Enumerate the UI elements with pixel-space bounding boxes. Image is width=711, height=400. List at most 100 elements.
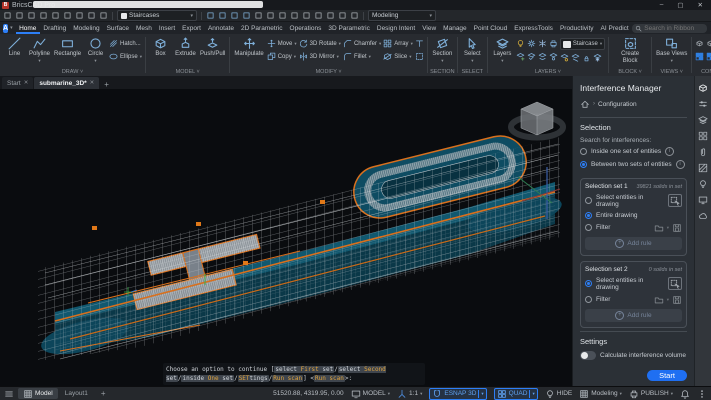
push-pull-button[interactable]: Push/Pull	[198, 35, 227, 58]
radio-filter-set2[interactable]: Filter ▾	[585, 295, 682, 305]
dynamic-ucs-icon[interactable]	[230, 11, 239, 20]
tool-button[interactable]	[516, 38, 558, 49]
select-button[interactable]: Select▾	[460, 35, 485, 63]
quadgrid-icon[interactable]	[706, 52, 711, 61]
status-quad[interactable]: QUAD▾	[494, 388, 538, 400]
layout-tab-layout1[interactable]: Layout1	[60, 388, 93, 399]
move-button[interactable]: Move▾	[267, 38, 297, 49]
tool-button[interactable]	[695, 51, 711, 62]
render-mode-icon[interactable]	[314, 11, 323, 20]
line-button[interactable]: Line	[2, 35, 27, 58]
polyline-button[interactable]: Polyline▾	[27, 35, 52, 63]
bulb-icon[interactable]	[516, 39, 525, 48]
blocks-panel-icon[interactable]	[698, 131, 708, 141]
layer-dropdown[interactable]: Staircases ▾	[117, 10, 197, 21]
ribbon-tab-3d-parametric[interactable]: 3D Parametric	[325, 23, 374, 34]
ribbon-tab-annotate[interactable]: Annotate	[204, 23, 237, 34]
save-all-icon[interactable]	[39, 11, 48, 20]
ribbon-search[interactable]	[632, 24, 707, 33]
ribbon-tab-mesh[interactable]: Mesh	[132, 23, 155, 34]
document-tab-submarine-3d-[interactable]: submarine_3D*✕	[34, 77, 99, 89]
ribbon-tab-design-intent[interactable]: Design Intent	[373, 23, 418, 34]
status-modeling[interactable]: Modeling▾	[579, 389, 622, 399]
redo-icon[interactable]	[99, 11, 108, 20]
section-button[interactable]: Section▾	[430, 35, 455, 63]
save-icon[interactable]	[27, 11, 36, 20]
document-tab-start[interactable]: Start✕	[2, 77, 33, 89]
ribbon-tab-2d-parametric[interactable]: 2D Parametric	[237, 23, 286, 34]
minimize-button[interactable]: –	[660, 1, 664, 9]
layout-menu-icon[interactable]	[4, 389, 14, 399]
save-filter-icon[interactable]	[672, 295, 682, 305]
radio-inside-one-set[interactable]: Inside one set of entities i	[580, 147, 687, 156]
gear-icon[interactable]	[527, 39, 536, 48]
parameters-icon[interactable]	[698, 99, 708, 109]
ribbon-tab-view[interactable]: View	[419, 23, 440, 34]
layers-panel-icon[interactable]	[698, 115, 708, 125]
pick-entities-button[interactable]	[668, 194, 682, 207]
layer-on-icon[interactable]	[560, 53, 569, 62]
materials-icon[interactable]	[698, 163, 708, 173]
structure-browser-icon[interactable]	[698, 83, 708, 93]
home-icon[interactable]	[580, 99, 590, 109]
box-button[interactable]: Box	[148, 35, 173, 58]
layer-prev-icon[interactable]	[527, 52, 536, 61]
ribbon-tab-manage[interactable]: Manage	[440, 23, 471, 34]
layer-iso-icon[interactable]	[549, 52, 558, 61]
command-option[interactable]: Run scan	[272, 375, 303, 382]
tee-icon[interactable]	[415, 39, 424, 48]
circle-button[interactable]: Circle▾	[83, 35, 108, 63]
open-filter-icon[interactable]	[654, 223, 664, 233]
slice-button[interactable]: Slice▾	[383, 51, 413, 62]
manipulate-button[interactable]: Manipulate	[232, 35, 265, 58]
layers-button[interactable]: Layers▾	[490, 35, 515, 63]
status-publish[interactable]: PUBLISH▾	[629, 389, 673, 399]
layer-off-icon[interactable]	[571, 53, 580, 62]
base-views-button[interactable]: Base Views▾	[654, 35, 689, 63]
ribbon-tab-ai-predict[interactable]: AI Predict	[597, 23, 632, 34]
status-kebab[interactable]	[697, 389, 707, 399]
command-option[interactable]: SETtings	[238, 375, 269, 382]
layer-match-icon[interactable]	[538, 52, 547, 61]
ellipse-button[interactable]: Ellipse▾	[109, 51, 142, 62]
rectangle-button[interactable]: Rectangle	[52, 35, 83, 58]
visual-styles-icon[interactable]	[338, 11, 347, 20]
command-option[interactable]: inside One set	[181, 375, 234, 382]
ribbon-tab-home[interactable]: Home	[16, 23, 40, 34]
undo-icon[interactable]	[87, 11, 96, 20]
close-tab-icon[interactable]: ✕	[24, 80, 29, 86]
start-button[interactable]: Start	[647, 370, 687, 381]
snow-icon[interactable]	[538, 39, 547, 48]
open-filter-icon[interactable]	[654, 295, 664, 305]
selection-modes-icon[interactable]	[242, 11, 251, 20]
new-file-icon[interactable]	[3, 11, 12, 20]
plot-preview-icon[interactable]	[63, 11, 72, 20]
chamfer-button[interactable]: Chamfer▾	[343, 38, 381, 49]
radio-filter-set1[interactable]: Filter ▾	[585, 223, 682, 233]
radio-select-entities-set2[interactable]: Select entities in drawing	[585, 277, 682, 291]
maximize-button[interactable]: ▢	[677, 1, 683, 9]
display-icon[interactable]	[698, 195, 708, 205]
workspace-dropdown[interactable]: Modeling ▾	[368, 10, 436, 21]
status-hide[interactable]: HIDE	[545, 389, 573, 399]
status-bell[interactable]	[680, 389, 690, 399]
radio-select-entities-set1[interactable]: Select entities in drawing	[585, 194, 682, 208]
close-tab-icon[interactable]: ✕	[90, 80, 95, 86]
staircase-button[interactable]: Staircase▾	[560, 38, 605, 50]
status-esnap-3d[interactable]: ESNAP 3D▾	[429, 388, 486, 400]
extrude-button[interactable]: Extrude	[173, 35, 198, 58]
tool-button[interactable]	[695, 38, 711, 49]
publish-icon[interactable]	[75, 11, 84, 20]
ribbon-tab-drafting[interactable]: Drafting	[40, 23, 70, 34]
close-button[interactable]: ✕	[698, 1, 703, 9]
ribbon-tab-productivity[interactable]: Productivity	[556, 23, 597, 34]
radio-entire-drawing-set1[interactable]: Entire drawing	[585, 212, 682, 219]
add-rule-button-set1[interactable]: + Add rule	[585, 237, 682, 250]
ribbon-tab-expresstools[interactable]: ExpressTools	[511, 23, 557, 34]
layer-new-icon[interactable]	[516, 52, 525, 61]
quadgrid-icon[interactable]	[695, 52, 704, 61]
3d-mirror-button[interactable]: 3D Mirror▾	[299, 51, 341, 62]
create-block-button[interactable]: Create Block	[611, 35, 649, 64]
ribbon-tab-surface[interactable]: Surface	[103, 23, 132, 34]
plot-icon[interactable]	[51, 11, 60, 20]
